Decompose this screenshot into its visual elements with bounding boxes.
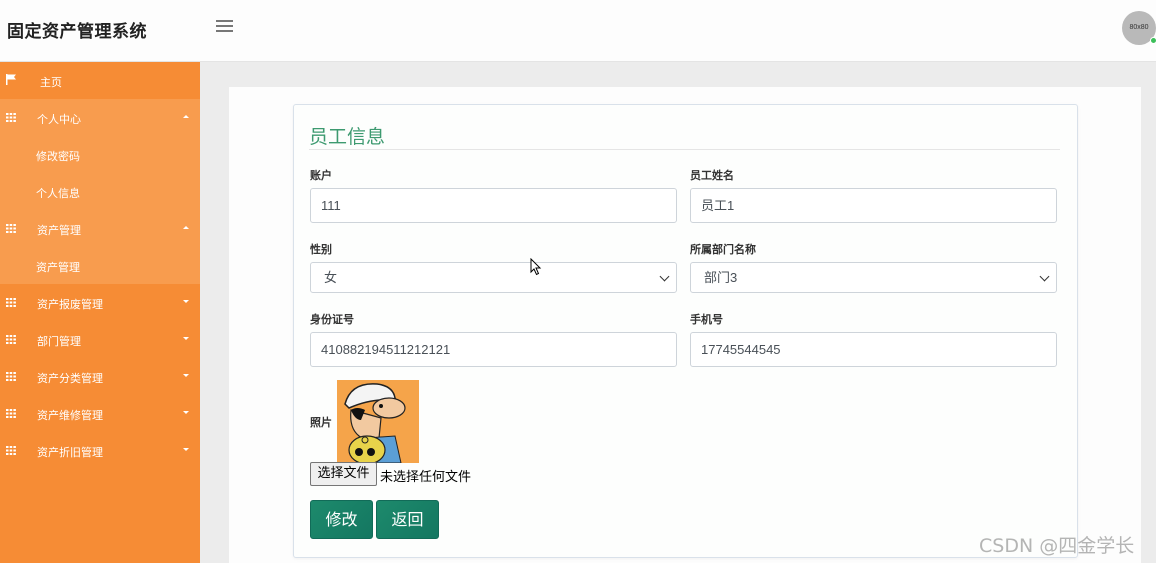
gender-select-value: 女 [324, 270, 338, 285]
sidebar-item-label: 资产维修管理 [37, 410, 103, 422]
chevron-down-icon [659, 271, 670, 282]
sidebar-item-asset-scrap[interactable]: 资产报废管理 [0, 284, 200, 321]
flag-icon [6, 74, 16, 85]
sidebar-item-asset-mgmt[interactable]: 资产管理 [0, 210, 200, 247]
caret-down-icon [183, 374, 189, 377]
sidebar-item-home[interactable]: 主页 [0, 62, 200, 99]
form-card [293, 104, 1078, 558]
title-divider [309, 149, 1060, 150]
department-select-value: 部门3 [704, 270, 738, 285]
caret-up-icon [183, 115, 189, 118]
id-number-field[interactable]: 410882194511212121 [310, 332, 677, 367]
sidebar-item-personal-info[interactable]: 个人信息 [0, 173, 200, 210]
sidebar-item-change-password[interactable]: 修改密码 [0, 136, 200, 173]
page-title: 员工信息 [309, 127, 386, 148]
phone-field[interactable]: 17745544545 [690, 332, 1057, 367]
top-bar: 固定资产管理系统 80x80 [0, 0, 1156, 62]
grid-icon [6, 113, 16, 122]
sidebar-item-label: 个人信息 [36, 188, 80, 200]
grid-icon [6, 446, 16, 455]
app-title: 固定资产管理系统 [7, 22, 147, 41]
caret-down-icon [183, 448, 189, 451]
sidebar-item-label: 修改密码 [36, 151, 80, 163]
grid-icon [6, 409, 16, 418]
employee-name-field[interactable]: 员工1 [690, 188, 1057, 223]
phone-label: 手机号 [690, 314, 723, 326]
grid-icon [6, 224, 16, 233]
caret-down-icon [183, 300, 189, 303]
caret-down-icon [183, 411, 189, 414]
id-number-label: 身份证号 [310, 314, 354, 326]
department-label: 所属部门名称 [690, 244, 756, 256]
online-status-dot [1150, 37, 1156, 44]
sidebar-item-label: 资产管理 [37, 225, 81, 237]
grid-icon [6, 335, 16, 344]
caret-up-icon [183, 226, 189, 229]
sidebar-item-asset-repair[interactable]: 资产维修管理 [0, 395, 200, 432]
sidebar-item-asset-category[interactable]: 资产分类管理 [0, 358, 200, 395]
grid-icon [6, 298, 16, 307]
watermark-text: CSDN @四金学长 [979, 535, 1135, 557]
sidebar-item-label: 主页 [40, 77, 62, 89]
photo-label: 照片 [310, 417, 332, 429]
sidebar-item-asset-mgmt-sub[interactable]: 资产管理 [0, 247, 200, 284]
mouse-cursor-icon [530, 258, 542, 276]
sidebar: 主页 个人中心 修改密码 个人信息 资产管理 资产管理 资产报废管理 部门管理 … [0, 62, 200, 563]
sidebar-item-label: 部门管理 [37, 336, 81, 348]
sidebar-item-label: 资产分类管理 [37, 373, 103, 385]
photo-preview [337, 380, 419, 463]
gender-label: 性别 [310, 244, 332, 256]
sidebar-item-personal-center[interactable]: 个人中心 [0, 99, 200, 136]
caret-down-icon [183, 337, 189, 340]
choose-file-button[interactable]: 选择文件 [310, 462, 377, 486]
grid-icon [6, 372, 16, 381]
sidebar-item-label: 个人中心 [37, 114, 81, 126]
sidebar-item-asset-depreciation[interactable]: 资产折旧管理 [0, 432, 200, 469]
edit-button[interactable]: 修改 [310, 500, 373, 539]
gender-select[interactable]: 女 [310, 262, 677, 293]
chevron-down-icon [1039, 271, 1050, 282]
employee-name-label: 员工姓名 [690, 170, 734, 182]
hamburger-menu-icon[interactable] [216, 20, 233, 36]
account-field[interactable]: 111 [310, 188, 677, 223]
sidebar-item-label: 资产报废管理 [37, 299, 103, 311]
sidebar-item-label: 资产折旧管理 [37, 447, 103, 459]
cartoon-avatar-image [337, 380, 419, 463]
account-label: 账户 [310, 170, 332, 182]
sidebar-item-label: 资产管理 [36, 262, 80, 274]
file-status-text: 未选择任何文件 [380, 470, 472, 485]
sidebar-item-dept-mgmt[interactable]: 部门管理 [0, 321, 200, 358]
department-select[interactable]: 部门3 [690, 262, 1057, 293]
back-button[interactable]: 返回 [376, 500, 439, 539]
